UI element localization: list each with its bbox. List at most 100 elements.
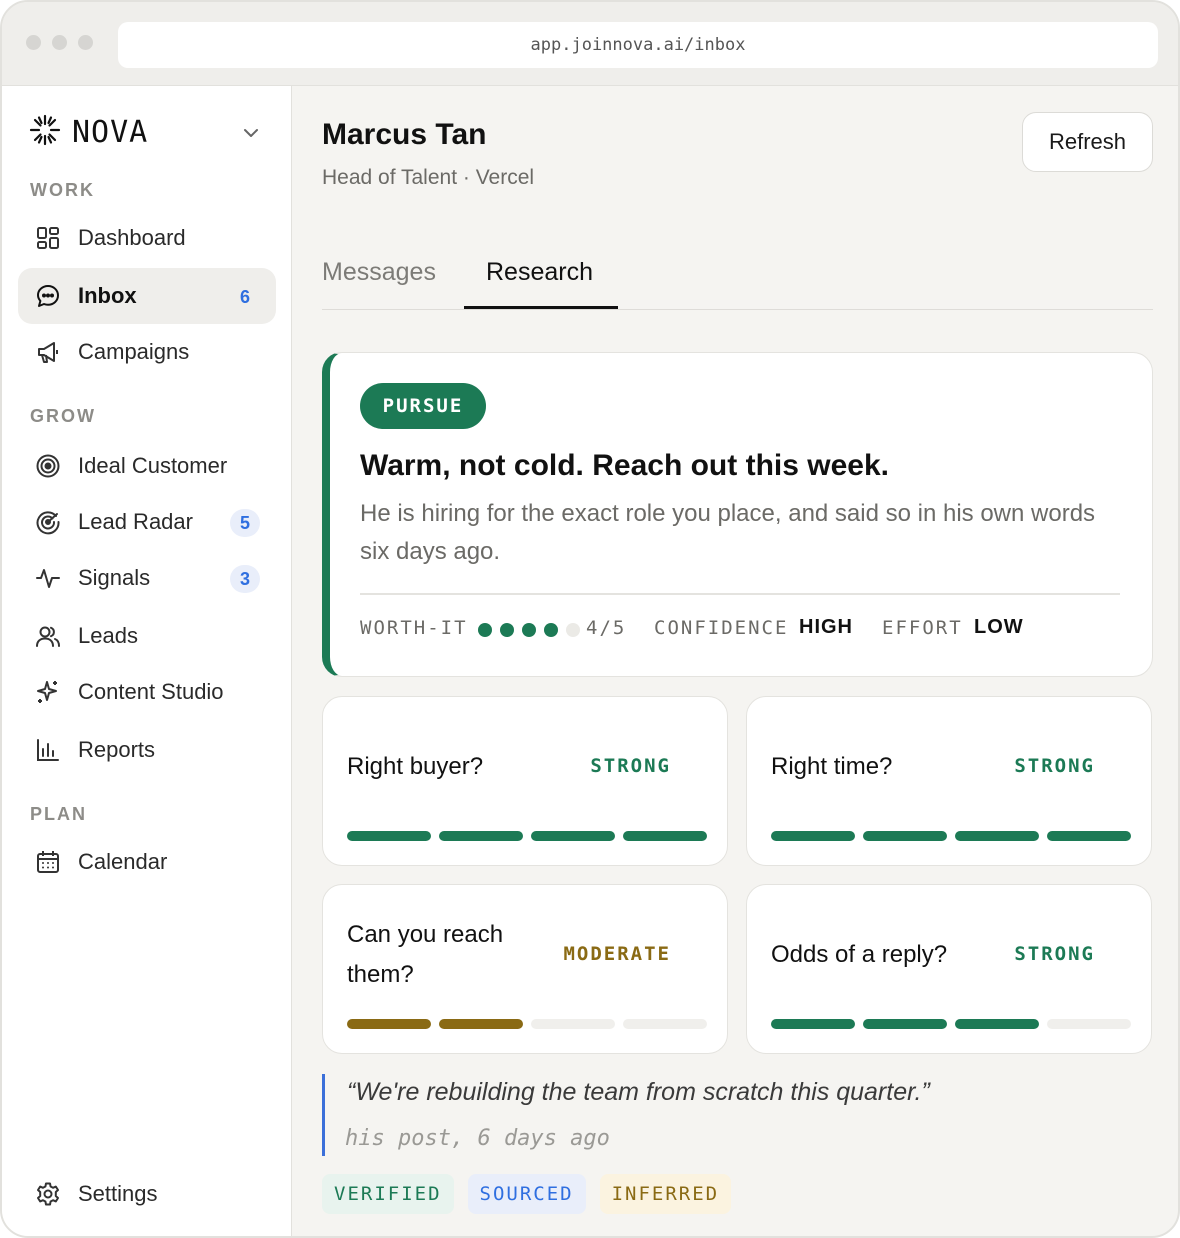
- strength-segment: [863, 831, 947, 841]
- dashboard-grid-icon: [34, 224, 62, 252]
- sidebar-item-content-studio[interactable]: Content Studio: [18, 664, 276, 720]
- chevron-down-icon[interactable]: [240, 122, 262, 149]
- sidebar-item-label: Campaigns: [78, 339, 190, 364]
- rating-dot: [566, 623, 580, 637]
- factor-question: Right buyer?: [347, 753, 484, 780]
- lead-radar-count-badge: 5: [230, 509, 260, 537]
- sidebar-item-label: Settings: [78, 1181, 158, 1206]
- factor-strength-bar: [347, 1019, 707, 1029]
- factor-card-right-buyer: Right buyer? STRONG: [322, 696, 728, 866]
- factor-question: Right time?: [771, 753, 893, 780]
- worth-it-score: 4/5: [586, 617, 627, 639]
- sidebar-item-reports[interactable]: Reports: [18, 722, 276, 778]
- rating-dot: [544, 623, 558, 637]
- rating-dot: [522, 623, 536, 637]
- verdict-card: PURSUE Warm, not cold. Reach out this we…: [322, 352, 1153, 677]
- effort-value: LOW: [974, 616, 1024, 638]
- nova-logo-icon: [28, 113, 62, 152]
- gear-icon: [34, 1180, 62, 1208]
- strength-segment: [1047, 831, 1131, 841]
- inbox-count-badge: 6: [239, 287, 250, 307]
- evidence-legend: VERIFIED SOURCED INFERRED: [322, 1174, 732, 1214]
- strength-segment: [531, 831, 615, 841]
- sidebar-item-campaigns[interactable]: Campaigns: [18, 324, 276, 380]
- sidebar-item-label: Inbox: [78, 283, 137, 308]
- strength-segment: [771, 831, 855, 841]
- factor-rating: STRONG: [1014, 943, 1095, 965]
- strength-segment: [1047, 1019, 1131, 1029]
- brand-name: NOVA: [72, 114, 149, 150]
- factor-strength-bar: [347, 831, 707, 841]
- strength-segment: [531, 1019, 615, 1029]
- megaphone-icon: [34, 338, 62, 366]
- chip-verified[interactable]: VERIFIED: [322, 1174, 454, 1214]
- factor-rating: STRONG: [1014, 755, 1095, 777]
- tab-bar: Messages Research: [322, 246, 1153, 310]
- tab-messages[interactable]: Messages: [322, 258, 436, 287]
- window-minimize-dot[interactable]: [52, 35, 67, 50]
- quote-source: his post, 6 days ago: [345, 1126, 610, 1151]
- signals-count-badge: 3: [230, 565, 260, 593]
- window-close-dot[interactable]: [26, 35, 41, 50]
- strength-segment: [347, 1019, 431, 1029]
- sidebar-item-calendar[interactable]: Calendar: [18, 834, 276, 890]
- strength-segment: [863, 1019, 947, 1029]
- sparkle-icon: [34, 678, 62, 706]
- strength-segment: [439, 831, 523, 841]
- section-label-work: WORK: [30, 180, 95, 200]
- verdict-title: Warm, not cold. Reach out this week.: [360, 449, 889, 482]
- factor-card-reply-odds: Odds of a reply? STRONG: [746, 884, 1152, 1054]
- active-tab-indicator: [464, 306, 618, 309]
- strength-segment: [771, 1019, 855, 1029]
- section-label-grow: GROW: [30, 406, 96, 426]
- browser-titlebar: app.joinnova.ai/inbox: [2, 2, 1178, 86]
- contact-name: Marcus Tan: [322, 118, 487, 151]
- factor-rating: MODERATE: [563, 943, 671, 965]
- target-icon: [34, 452, 62, 480]
- worth-it-label: WORTH-IT: [360, 617, 468, 639]
- window-zoom-dot[interactable]: [78, 35, 93, 50]
- confidence-label: CONFIDENCE: [654, 617, 789, 639]
- refresh-button[interactable]: Refresh: [1022, 112, 1153, 172]
- strength-segment: [955, 1019, 1039, 1029]
- chat-bubble-icon: [34, 282, 62, 310]
- sidebar-item-label: Reports: [78, 737, 156, 762]
- quote-text: “We're rebuilding the team from scratch …: [347, 1078, 930, 1106]
- calendar-icon: [34, 848, 62, 876]
- tab-research[interactable]: Research: [486, 258, 593, 287]
- radar-icon: [34, 508, 62, 536]
- chip-sourced[interactable]: SOURCED: [467, 1174, 586, 1214]
- sidebar-item-signals[interactable]: Signals 3: [18, 550, 276, 606]
- sidebar-item-label: Dashboard: [78, 225, 186, 250]
- factor-strength-bar: [771, 1019, 1131, 1029]
- rating-dot: [478, 623, 492, 637]
- verdict-pill: PURSUE: [360, 383, 486, 429]
- worth-it-rating: [478, 623, 580, 637]
- sidebar-item-label: Content Studio: [78, 679, 224, 704]
- sidebar-item-label: Leads: [78, 623, 138, 648]
- factor-question: Can you reach them?: [347, 921, 504, 988]
- brand[interactable]: NOVA: [28, 112, 148, 152]
- strength-segment: [955, 831, 1039, 841]
- sidebar-item-inbox[interactable]: Inbox 6: [18, 268, 276, 324]
- factor-card-reachability: Can you reach them? MODERATE: [322, 884, 728, 1054]
- evidence-quote: “We're rebuilding the team from scratch …: [322, 1074, 1153, 1156]
- strength-segment: [347, 831, 431, 841]
- sidebar-item-dashboard[interactable]: Dashboard: [18, 210, 276, 266]
- strength-segment: [439, 1019, 523, 1029]
- factor-strength-bar: [771, 831, 1131, 841]
- strength-segment: [623, 831, 707, 841]
- rating-dot: [500, 623, 514, 637]
- sidebar-item-lead-radar[interactable]: Lead Radar 5: [18, 494, 276, 550]
- sidebar-item-leads[interactable]: Leads: [18, 608, 276, 664]
- sidebar-item-settings[interactable]: Settings: [18, 1166, 276, 1222]
- address-bar[interactable]: app.joinnova.ai/inbox: [118, 22, 1158, 68]
- sidebar: NOVA WORK Dashboard Inbox 6 Campaigns GR…: [2, 86, 292, 1236]
- chip-inferred[interactable]: INFERRED: [599, 1174, 732, 1214]
- sidebar-item-ideal-customer[interactable]: Ideal Customer: [18, 438, 276, 494]
- strength-segment: [623, 1019, 707, 1029]
- factor-rating: STRONG: [590, 755, 671, 777]
- section-label-plan: PLAN: [30, 804, 87, 824]
- main-panel: Marcus Tan Head of Talent · Vercel Refre…: [293, 86, 1178, 1236]
- effort-label: EFFORT: [882, 617, 963, 639]
